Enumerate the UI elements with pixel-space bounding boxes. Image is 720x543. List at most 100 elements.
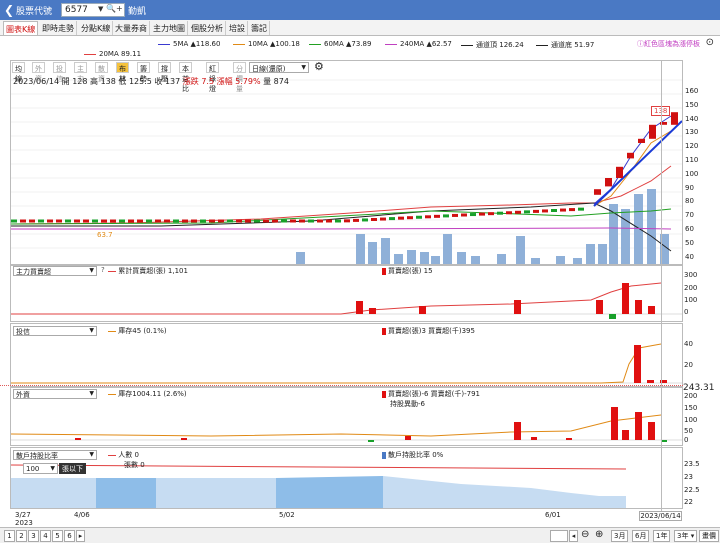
tab-kline[interactable]: 圖表K線 [3, 21, 39, 35]
page-5[interactable]: 5 [52, 530, 63, 542]
btn-traffic-light[interactable]: 紅綠燈 [206, 62, 219, 93]
zoom-in-icon[interactable]: ⊕ [595, 529, 603, 540]
candle [38, 219, 44, 223]
pane1-text1: 累計買賣超(張) 1,101 [108, 266, 188, 276]
scroll-box[interactable] [550, 530, 568, 542]
chevron-left-icon[interactable]: ❮ [4, 3, 14, 17]
bottom-bar: 1 2 3 4 5 6 ▸ ◂ ⊖ ⊕ 3月 6月 1年 3年 ▾ 畫價 [0, 527, 720, 543]
range-6m[interactable]: 6月 [632, 530, 650, 542]
page-4[interactable]: 4 [40, 530, 51, 542]
volume-bar [621, 209, 630, 264]
chevron-down-icon: ▼ [89, 390, 94, 397]
btn-price-volume[interactable]: 分價量 [233, 62, 246, 93]
stock-code-input[interactable]: 6577 ▼ 🔍+ [61, 3, 125, 17]
ma60-legend: 60MA ▲73.89 [309, 40, 371, 48]
app-window: ❮ 股票代號 6577 ▼ 🔍+ 勤凱 圖表K線 即時走勢 分點K線 大量券商 … [0, 0, 720, 543]
chevron-right-icon[interactable]: ▸ [76, 530, 85, 542]
chevron-left-icon[interactable]: ◂ [569, 530, 578, 542]
candle [191, 219, 197, 223]
btn-foreign[interactable]: 外資 [32, 62, 45, 83]
pane3-axis-1: 150 [684, 404, 698, 412]
btn-trend[interactable]: 籌勢 [137, 62, 150, 83]
candle [65, 219, 71, 223]
candle [616, 166, 623, 178]
price-axis-label: 90 [685, 183, 694, 192]
threshold-button[interactable]: 張以下 [59, 463, 86, 474]
threshold-select[interactable]: 100 ▼ [23, 463, 58, 474]
chevron-down-icon[interactable]: ▼ [98, 5, 103, 13]
candle [452, 213, 458, 217]
tab-bar: 圖表K線 即時走勢 分點K線 大量券商 主力地圖 個股分析 培設 籌記 [0, 20, 720, 36]
gear-icon[interactable]: ⚙ [314, 60, 324, 73]
period-select[interactable]: 日線(還原) ▼ [249, 62, 309, 73]
page-6[interactable]: 6 [64, 530, 75, 542]
pane3-axis-2: 100 [684, 416, 698, 424]
tab-big-broker[interactable]: 大量券商 [113, 21, 150, 35]
range-price[interactable]: 畫價 [699, 530, 719, 542]
pane1-axis-1: 200 [684, 284, 698, 292]
candle [335, 219, 341, 223]
candle [594, 189, 601, 195]
btn-support[interactable]: 撐壓 [158, 62, 171, 83]
volume-bar [497, 254, 506, 264]
tab-branch-kline[interactable]: 分點K線 [79, 21, 114, 35]
candle [263, 219, 269, 223]
volume-bar [381, 238, 390, 264]
btn-trust[interactable]: 投信 [53, 62, 66, 83]
pane1-text2: 買賣超(張) 15 [382, 266, 433, 276]
candle [533, 209, 539, 213]
range-3m[interactable]: 3月 [611, 530, 629, 542]
range-1y[interactable]: 1年 [653, 530, 671, 542]
pane1-select[interactable]: 主力買賣超 ▼ [13, 266, 97, 276]
channel-top-legend: 通道頂 126.24 [461, 40, 524, 50]
btn-ma[interactable]: 均線 [12, 62, 25, 83]
candle [506, 211, 512, 215]
candle [443, 214, 449, 218]
chevron-down-icon: ▼ [89, 267, 94, 274]
x-label-4: 6/01 [545, 511, 561, 519]
tab-training[interactable]: 培設 [227, 21, 248, 35]
page-3[interactable]: 3 [28, 530, 39, 542]
pane2-select[interactable]: 投信 ▼ [13, 326, 97, 336]
settings-icon[interactable]: ⊙ [706, 37, 714, 48]
chevron-down-icon: ▼ [301, 64, 306, 71]
page-2[interactable]: 2 [16, 530, 27, 542]
limit-up-note: ⓘ紅色區塊為漲停板 [637, 40, 700, 48]
price-axis-label: 120 [685, 142, 699, 151]
pane1-axis-0: 300 [684, 271, 698, 279]
candle [146, 219, 152, 223]
ma240-line [11, 227, 672, 230]
stock-name: 勤凱 [128, 7, 147, 17]
ma5-legend: 5MA ▲118.60 [158, 40, 220, 48]
pane4-text3: 散戶持股比率 0% [382, 450, 443, 460]
btn-bollinger[interactable]: 布林 [116, 62, 129, 83]
tab-analysis[interactable]: 個股分析 [189, 21, 226, 35]
candle [29, 219, 35, 223]
page-1[interactable]: 1 [4, 530, 15, 542]
candle [245, 219, 251, 223]
candle [362, 218, 368, 222]
pane4-select[interactable]: 散戶持股比率 ▼ [13, 450, 97, 460]
chevron-down-icon: ▼ [89, 451, 94, 458]
tab-notes[interactable]: 籌記 [249, 21, 270, 35]
range-3y[interactable]: 3年 ▾ [674, 530, 698, 542]
volume-bar [457, 252, 466, 264]
candle [353, 218, 359, 222]
candle [173, 219, 179, 223]
price-dotted-line [0, 385, 683, 386]
zoom-out-icon[interactable]: ⊖ [581, 529, 589, 540]
candle [227, 219, 233, 223]
candle [649, 124, 656, 139]
pane3-text1: 庫存1004.11 (2.6%) [108, 389, 187, 399]
pane3-select[interactable]: 外資 ▼ [13, 389, 97, 399]
tab-intraday[interactable]: 即時走勢 [40, 21, 77, 35]
help-icon[interactable]: ? [101, 266, 105, 274]
tab-main-map[interactable]: 主力地圖 [151, 21, 188, 35]
pane4-axis-2: 22.5 [684, 486, 700, 494]
search-icon[interactable]: 🔍+ [106, 4, 123, 13]
btn-pe[interactable]: 本益比 [179, 62, 192, 93]
candle [569, 208, 575, 212]
btn-main[interactable]: 主力 [74, 62, 87, 83]
price-axis-label: 130 [685, 128, 699, 137]
btn-retail[interactable]: 散資 [95, 62, 108, 83]
